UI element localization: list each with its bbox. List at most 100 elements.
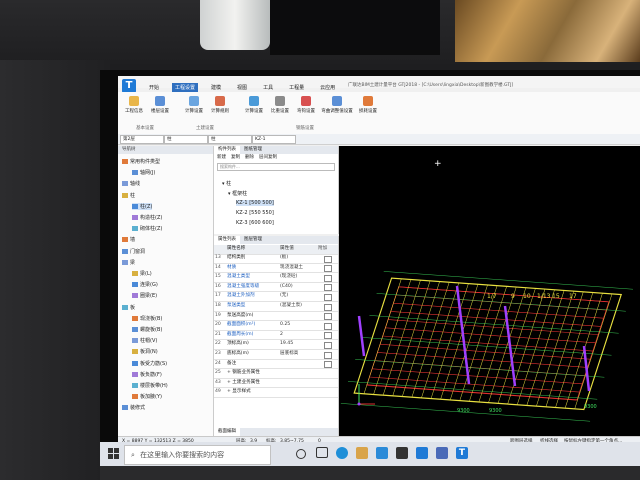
property-row[interactable]: 21 截面周长(m) 2 [214, 331, 338, 341]
calc-settings-button[interactable]: 计算设置 [182, 96, 206, 114]
nav-item[interactable]: 砌体柱(Z) [132, 225, 162, 232]
nav-item[interactable]: 板洞(N) [132, 348, 158, 355]
nav-item[interactable]: 构造柱(Z) [132, 214, 162, 221]
floor-select[interactable]: 第2层 [120, 135, 164, 144]
property-row[interactable]: 18 泵送类型 (混凝土泵) [214, 302, 338, 312]
nav-item[interactable]: 螺旋板(B) [132, 326, 162, 333]
property-row[interactable]: 13 结构类别 (板) [214, 254, 338, 264]
cortana-icon[interactable] [296, 449, 306, 459]
tab-property-list[interactable]: 属性列表 [214, 236, 240, 244]
property-row[interactable]: 20 截面面积(m²) 0.25 [214, 321, 338, 331]
edge-browser-icon[interactable] [336, 447, 348, 459]
nav-item[interactable]: 轴网(J) [132, 169, 155, 176]
new-button[interactable]: 新建 [217, 154, 226, 162]
drawing-canvas[interactable]: + 1/7 9 10 1/13 15 17 9300 9300 9300 [339, 146, 640, 436]
bend-adjust-button[interactable]: 弯曲调整值设置 [320, 96, 354, 114]
nav-item[interactable]: 门窗洞 [122, 248, 145, 255]
menu-item[interactable]: 开始 [146, 83, 162, 92]
dimension-label: 9300 [584, 404, 597, 410]
menu-item[interactable]: 视图 [234, 83, 250, 92]
menu-item-active[interactable]: 工程设置 [172, 83, 199, 92]
nav-item[interactable]: 圈梁(E) [132, 292, 157, 299]
nav-item[interactable]: 柱帽(V) [132, 337, 157, 344]
app-logo-icon[interactable]: T [122, 79, 136, 93]
component-item-selected[interactable]: KZ-1 [500 500] [236, 200, 274, 206]
property-row[interactable]: 25 + 钢筋业务属性 [214, 369, 338, 379]
append-checkbox[interactable] [324, 274, 332, 282]
tree-node[interactable]: ▾ 柱 [222, 180, 231, 187]
store-icon[interactable] [396, 447, 408, 459]
property-row[interactable]: 49 + 显示样式 [214, 388, 338, 398]
property-row[interactable]: 17 混凝土外加剂 (无) [214, 292, 338, 302]
append-checkbox[interactable] [324, 284, 332, 292]
append-checkbox[interactable] [324, 303, 332, 311]
weight-settings-button[interactable]: 比重设置 [268, 96, 292, 114]
hook-settings-button[interactable]: 弯钩设置 [294, 96, 318, 114]
nav-item[interactable]: 板加腋(Y) [132, 393, 162, 400]
append-checkbox[interactable] [324, 332, 332, 340]
tab-drawing-management[interactable]: 图纸管理 [240, 146, 266, 154]
append-checkbox[interactable] [324, 265, 332, 273]
category-select[interactable]: 柱 [164, 135, 208, 144]
nav-item[interactable]: 现浇板(B) [132, 315, 162, 322]
property-row[interactable]: 16 混凝土强度等级 (C40) [214, 283, 338, 293]
nav-item[interactable]: 板受力筋(S) [132, 360, 167, 367]
app-icon[interactable] [436, 447, 448, 459]
nav-item[interactable]: 柱(Z) [132, 202, 153, 210]
property-row[interactable]: 15 混凝土类型 (现浇砼) [214, 273, 338, 283]
property-row[interactable]: 23 底标高(m) 层底标高 [214, 350, 338, 360]
menu-item[interactable]: 工程量 [286, 83, 307, 92]
tab-component-list[interactable]: 构件列表 [214, 146, 240, 154]
tree-node[interactable]: ▾ 框架柱 [228, 190, 247, 197]
ie-browser-icon[interactable] [376, 447, 388, 459]
append-checkbox[interactable] [324, 313, 332, 321]
component-search-input[interactable]: 搜索构件... [217, 163, 335, 171]
nav-item[interactable]: 装修式 [122, 404, 145, 411]
nav-item[interactable]: 梁 [122, 259, 135, 266]
floor-settings-button[interactable]: 楼层设置 [148, 96, 172, 114]
component-item[interactable]: KZ-3 [600 600] [236, 220, 274, 226]
append-checkbox[interactable] [324, 293, 332, 301]
property-row[interactable]: 43 + 土建业务属性 [214, 379, 338, 389]
rebar-calc-settings-button[interactable]: 计算设置 [242, 96, 266, 114]
append-checkbox[interactable] [324, 322, 332, 330]
property-row[interactable]: 22 顶标高(m) 19.45 [214, 340, 338, 350]
property-row[interactable]: 14 材质 现浇混凝土 [214, 264, 338, 274]
gtj-app-icon[interactable] [416, 447, 428, 459]
task-view-icon[interactable] [316, 447, 328, 458]
nav-item[interactable]: 轴线 [122, 180, 140, 187]
append-checkbox[interactable] [324, 255, 332, 263]
nav-item[interactable]: 常用构件类型 [122, 158, 160, 165]
nav-item[interactable]: 板 [122, 304, 135, 311]
nav-item[interactable]: 柱 [122, 192, 135, 199]
tab-section-edit[interactable]: 截面编辑 [214, 428, 240, 436]
gtj-taskbar-icon[interactable]: T [456, 447, 468, 459]
component-type-icon [132, 226, 138, 232]
file-explorer-icon[interactable] [356, 447, 368, 459]
nav-item[interactable]: 连梁(G) [132, 281, 158, 288]
append-checkbox[interactable] [324, 341, 332, 349]
delete-button[interactable]: 删除 [245, 154, 254, 162]
nav-item[interactable]: 楼层板带(H) [132, 382, 168, 389]
type-select[interactable]: 柱 [208, 135, 252, 144]
copy-button[interactable]: 复制 [231, 154, 240, 162]
property-row[interactable]: 19 泵送高度(m) [214, 312, 338, 322]
property-row[interactable]: 24 备注 [214, 360, 338, 370]
windows-start-icon[interactable] [108, 448, 119, 459]
project-info-button[interactable]: 工程信息 [122, 96, 146, 114]
append-checkbox[interactable] [324, 361, 332, 369]
floor-copy-button[interactable]: 层间复制 [259, 154, 277, 162]
calc-rules-button[interactable]: 计算规则 [208, 96, 232, 114]
nav-item[interactable]: 墙 [122, 236, 135, 243]
loss-settings-button[interactable]: 损耗设置 [356, 96, 380, 114]
component-item[interactable]: KZ-2 [550 550] [236, 210, 274, 216]
component-select[interactable]: KZ-1 [252, 135, 296, 144]
append-checkbox[interactable] [324, 351, 332, 359]
tab-layer-management[interactable]: 图层管理 [240, 236, 266, 244]
menu-item[interactable]: 云应用 [317, 83, 338, 92]
menu-item[interactable]: 工具 [260, 83, 276, 92]
nav-item[interactable]: 梁(L) [132, 270, 152, 277]
menu-item[interactable]: 建模 [208, 83, 224, 92]
nav-item[interactable]: 板负筋(F) [132, 371, 162, 378]
taskbar-search-input[interactable]: ⌕ 在这里输入你要搜索的内容 [124, 445, 271, 465]
